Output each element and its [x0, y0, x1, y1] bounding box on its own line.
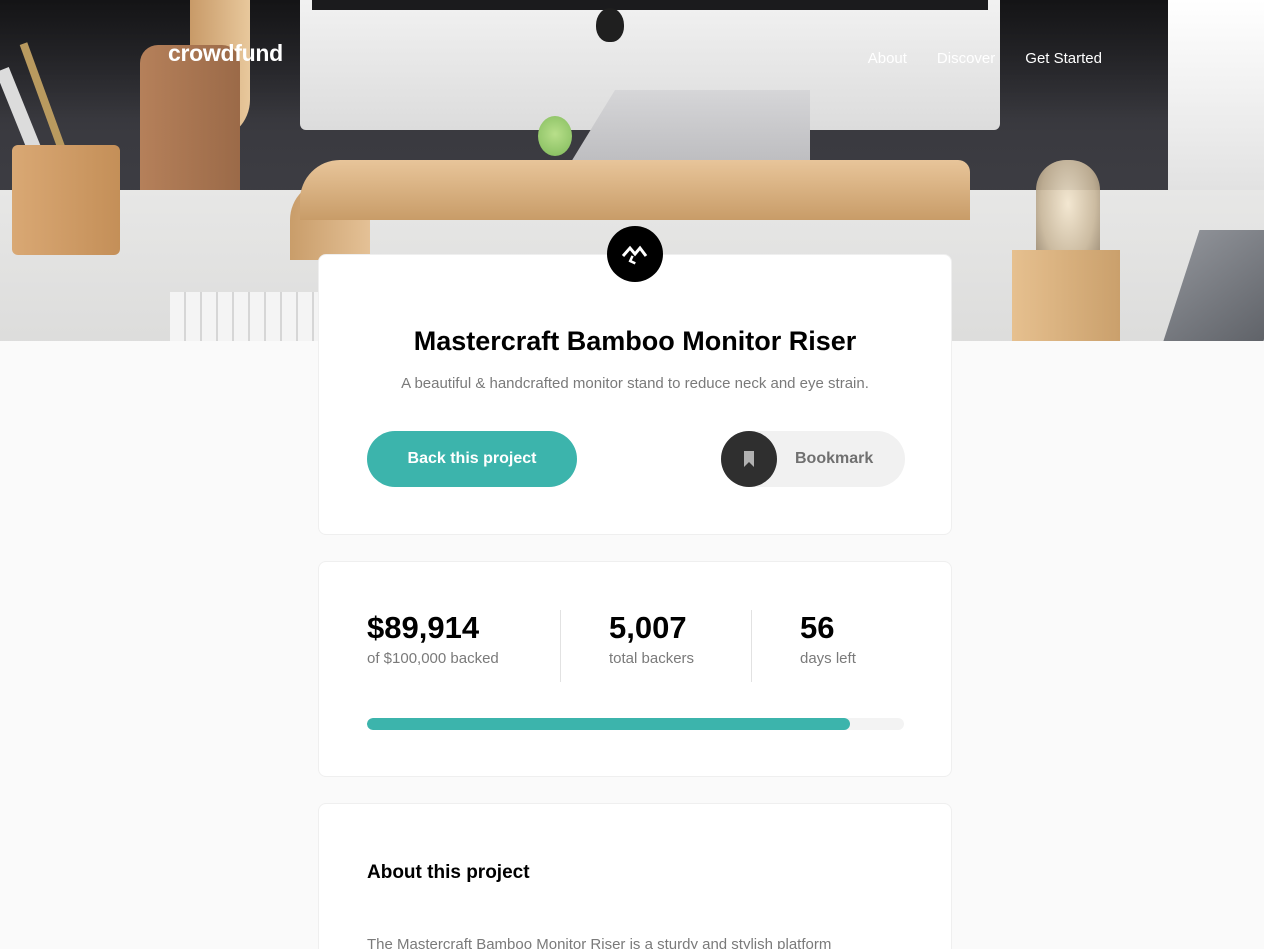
stat-backers-label: total backers [609, 650, 695, 667]
stat-backers-value: 5,007 [609, 610, 687, 645]
main-nav: About Discover Get Started [868, 50, 1102, 67]
about-text: The Mastercraft Bamboo Monitor Riser is … [367, 936, 832, 949]
stat-backed-label: of $100,000 backed [367, 650, 499, 667]
stat-days: 56 days left [800, 610, 856, 667]
project-title: Mastercraft Bamboo Monitor Riser [413, 326, 857, 356]
site-logo[interactable]: crowdfund [168, 40, 283, 67]
stat-backed: $89,914 of $100,000 backed [367, 610, 499, 667]
project-subtitle: A beautiful & handcrafted monitor stand … [401, 375, 869, 392]
about-title: About this project [367, 862, 530, 883]
mastercraft-logo-icon [607, 226, 663, 282]
stat-days-label: days left [800, 650, 856, 667]
stat-backed-value: $89,914 [367, 610, 480, 645]
bookmark-icon [721, 431, 777, 487]
bookmark-label: Bookmark [795, 450, 874, 467]
nav-link-get-started[interactable]: Get Started [1025, 50, 1102, 67]
stats-card: $89,914 of $100,000 backed 5,007 total b… [318, 561, 952, 777]
stat-days-value: 56 [800, 610, 835, 645]
stat-divider [560, 610, 561, 682]
project-card: Mastercraft Bamboo Monitor Riser A beaut… [318, 254, 952, 535]
back-project-button[interactable]: Back this project [367, 431, 577, 487]
nav-link-discover[interactable]: Discover [937, 50, 995, 67]
progress-bar [367, 718, 904, 730]
stat-divider [751, 610, 752, 682]
about-card: About this project The Mastercraft Bambo… [318, 803, 952, 949]
progress-bar-fill [367, 718, 850, 730]
nav-link-about[interactable]: About [868, 50, 907, 67]
stat-backers: 5,007 total backers [609, 610, 694, 667]
bookmark-button[interactable]: Bookmark [721, 431, 905, 487]
